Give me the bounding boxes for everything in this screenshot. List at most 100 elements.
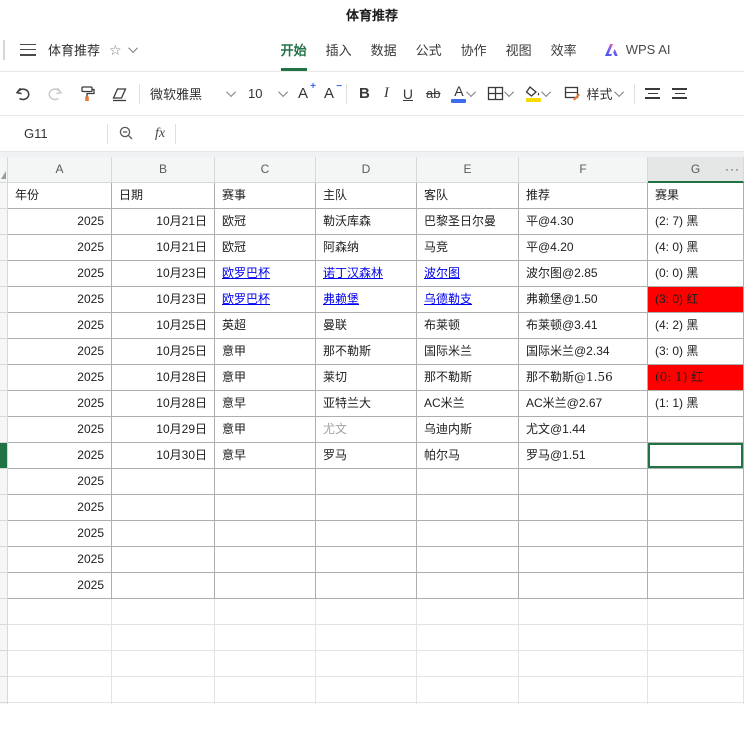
cell-F11[interactable]: 罗马@1.51 (519, 443, 648, 469)
format-painter-button[interactable] (78, 85, 96, 102)
italic-button[interactable]: I (384, 85, 389, 102)
tab-效率[interactable]: 效率 (551, 28, 577, 71)
cell-D18[interactable] (316, 625, 417, 651)
column-header-D[interactable]: D (316, 157, 417, 183)
cell-B16[interactable] (112, 573, 215, 599)
cell-G21[interactable] (648, 703, 744, 704)
increase-font-button[interactable]: A + (298, 81, 316, 102)
hidden-columns-indicator[interactable]: ··· (725, 157, 740, 183)
cell-style-button[interactable]: 样式 (564, 84, 612, 103)
cell-A2[interactable]: 2025 (8, 209, 112, 235)
column-header-E[interactable]: E (417, 157, 519, 183)
cell-E2[interactable]: 巴黎圣日尔曼 (417, 209, 519, 235)
borders-button[interactable] (487, 86, 504, 101)
cell-C21[interactable] (215, 703, 316, 704)
cell-E4[interactable]: 波尔图 (417, 261, 519, 287)
cell-G18[interactable] (648, 625, 744, 651)
cell-E3[interactable]: 马竞 (417, 235, 519, 261)
select-all-corner[interactable] (0, 157, 8, 183)
cell-C11[interactable]: 意早 (215, 443, 316, 469)
cell-G1[interactable]: 赛果 (648, 183, 744, 209)
cell-B17[interactable] (112, 599, 215, 625)
cell-D5[interactable]: 弗赖堡 (316, 287, 417, 313)
cell-B19[interactable] (112, 651, 215, 677)
column-header-F[interactable]: F (519, 157, 648, 183)
tab-协作[interactable]: 协作 (461, 28, 487, 71)
cell-C13[interactable] (215, 495, 316, 521)
cell-G12[interactable] (648, 469, 744, 495)
cell-B15[interactable] (112, 547, 215, 573)
cell-F3[interactable]: 平@4.20 (519, 235, 648, 261)
chevron-down-icon[interactable] (614, 87, 625, 98)
cell-E6[interactable]: 布莱顿 (417, 313, 519, 339)
cell-C12[interactable] (215, 469, 316, 495)
cell-C10[interactable]: 意甲 (215, 417, 316, 443)
align-button-clipped[interactable] (672, 88, 688, 99)
cell-A6[interactable]: 2025 (8, 313, 112, 339)
wps-ai-button[interactable]: WPS AI (604, 28, 670, 71)
cell-G16[interactable] (648, 573, 744, 599)
cell-F18[interactable] (519, 625, 648, 651)
eraser-button[interactable] (110, 86, 129, 102)
cell-F5[interactable]: 弗赖堡@1.50 (519, 287, 648, 313)
cell-A3[interactable]: 2025 (8, 235, 112, 261)
cell-E12[interactable] (417, 469, 519, 495)
cell-E7[interactable]: 国际米兰 (417, 339, 519, 365)
undo-button[interactable] (14, 86, 32, 102)
cell-G2[interactable]: (2: 7) 黑 (648, 209, 744, 235)
cell-D4[interactable]: 诺丁汉森林 (316, 261, 417, 287)
cell-F6[interactable]: 布莱顿@3.41 (519, 313, 648, 339)
redo-button[interactable] (46, 86, 64, 102)
cell-C15[interactable] (215, 547, 316, 573)
cell-D17[interactable] (316, 599, 417, 625)
cell-D3[interactable]: 阿森纳 (316, 235, 417, 261)
cell-C16[interactable] (215, 573, 316, 599)
decrease-font-button[interactable]: A − (324, 81, 342, 102)
cell-B2[interactable]: 10月21日 (112, 209, 215, 235)
cell-E1[interactable]: 客队 (417, 183, 519, 209)
cell-C4[interactable]: 欧罗巴杯 (215, 261, 316, 287)
cell-B5[interactable]: 10月23日 (112, 287, 215, 313)
cell-A20[interactable] (8, 677, 112, 703)
cell-F12[interactable] (519, 469, 648, 495)
cell-D2[interactable]: 勒沃库森 (316, 209, 417, 235)
fill-color-button[interactable] (525, 85, 541, 102)
cell-C20[interactable] (215, 677, 316, 703)
cell-E10[interactable]: 乌迪内斯 (417, 417, 519, 443)
cell-C9[interactable]: 意早 (215, 391, 316, 417)
cell-F15[interactable] (519, 547, 648, 573)
cell-C8[interactable]: 意甲 (215, 365, 316, 391)
cell-D11[interactable]: 罗马 (316, 443, 417, 469)
cell-F13[interactable] (519, 495, 648, 521)
tab-视图[interactable]: 视图 (506, 28, 532, 71)
cell-E21[interactable] (417, 703, 519, 704)
cell-D7[interactable]: 那不勒斯 (316, 339, 417, 365)
font-name-select[interactable]: 微软雅黑 (150, 84, 237, 103)
cell-C17[interactable] (215, 599, 316, 625)
cell-F8[interactable]: 那不勒斯@1.56 (519, 365, 648, 391)
document-name[interactable]: 体育推荐 (48, 40, 100, 59)
cell-F2[interactable]: 平@4.30 (519, 209, 648, 235)
cell-B7[interactable]: 10月25日 (112, 339, 215, 365)
cell-A5[interactable]: 2025 (8, 287, 112, 313)
cell-G6[interactable]: (4: 2) 黑 (648, 313, 744, 339)
cell-D15[interactable] (316, 547, 417, 573)
chevron-down-icon[interactable] (127, 43, 138, 54)
cell-F7[interactable]: 国际米兰@2.34 (519, 339, 648, 365)
cell-C1[interactable]: 赛事 (215, 183, 316, 209)
cell-B14[interactable] (112, 521, 215, 547)
cell-F14[interactable] (519, 521, 648, 547)
cell-B1[interactable]: 日期 (112, 183, 215, 209)
cell-E5[interactable]: 乌德勒支 (417, 287, 519, 313)
insert-function-button[interactable]: fx (155, 126, 165, 142)
font-color-button[interactable]: A (451, 84, 467, 103)
cell-G10[interactable] (648, 417, 744, 443)
cell-C5[interactable]: 欧罗巴杯 (215, 287, 316, 313)
cell-A16[interactable]: 2025 (8, 573, 112, 599)
cell-B8[interactable]: 10月28日 (112, 365, 215, 391)
cell-A21[interactable] (8, 703, 112, 704)
cell-D20[interactable] (316, 677, 417, 703)
cell-D9[interactable]: 亚特兰大 (316, 391, 417, 417)
cell-D19[interactable] (316, 651, 417, 677)
cell-G9[interactable]: (1: 1) 黑 (648, 391, 744, 417)
